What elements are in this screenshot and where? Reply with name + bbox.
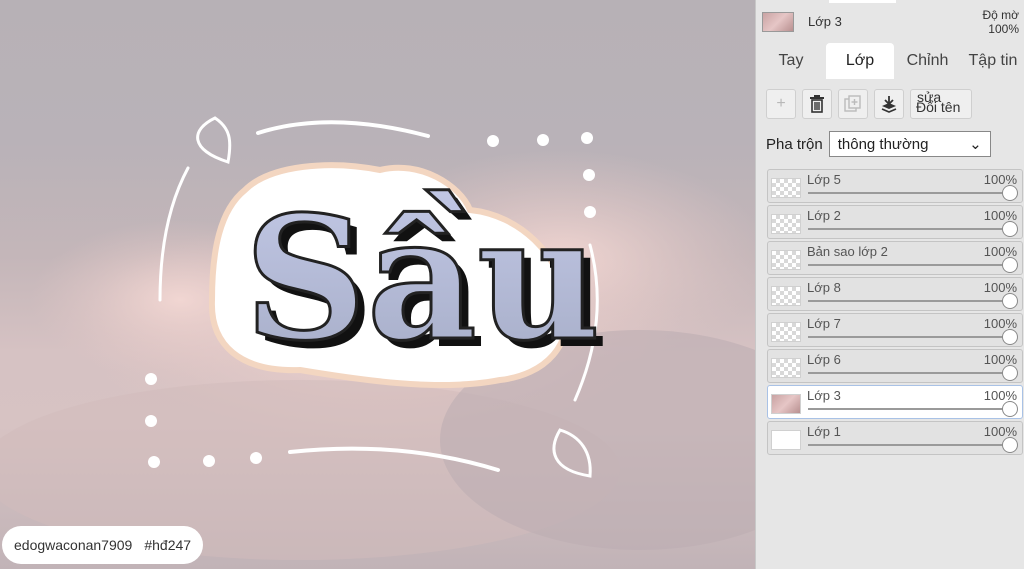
layer-toolbar: + sửa Đổi tên xyxy=(766,89,972,119)
panel-tabs: Tay Lớp Chỉnh Tập tin xyxy=(756,43,1024,79)
layer-thumbnail xyxy=(771,430,801,450)
current-layer-info: Lớp 3 Độ mờ 100% xyxy=(756,0,1024,44)
opacity-slider-track[interactable] xyxy=(808,372,1010,374)
layer-item[interactable]: Lớp 2 100% xyxy=(767,205,1023,239)
layer-thumbnail xyxy=(771,214,801,234)
opacity-slider-handle[interactable] xyxy=(1002,365,1018,381)
lettering-main: Sầu xyxy=(244,179,601,379)
opacity-slider-track[interactable] xyxy=(808,408,1010,410)
opacity-slider-handle[interactable] xyxy=(1002,257,1018,273)
drawing-canvas[interactable]: Sầu Sầu edogwaconan7909 #hđ247 xyxy=(0,0,755,569)
layer-item[interactable]: Bản sao lớp 2 100% xyxy=(767,241,1023,275)
duplicate-icon xyxy=(844,95,861,112)
plus-icon: + xyxy=(776,95,786,112)
layer-item-selected[interactable]: Lớp 3 100% xyxy=(767,385,1023,419)
layer-item[interactable]: Lớp 6 100% xyxy=(767,349,1023,383)
lettering-art: Sầu Sầu xyxy=(243,178,609,388)
trash-icon xyxy=(810,95,824,113)
rename-layer-button[interactable]: sửa Đổi tên xyxy=(910,89,972,119)
credit-user: edogwaconan7909 xyxy=(14,537,133,553)
layer-thumbnail xyxy=(771,286,801,306)
credit-tag: #hđ247 xyxy=(144,537,192,553)
merge-down-button[interactable] xyxy=(874,89,904,119)
credit-badge: edogwaconan7909 #hđ247 xyxy=(2,526,204,564)
layer-thumbnail xyxy=(771,394,801,414)
decor-line xyxy=(256,120,430,138)
opacity-slider-handle[interactable] xyxy=(1002,437,1018,453)
layers-panel: Lớp 3 Độ mờ 100% Tay Lớp Chỉnh Tập tin + xyxy=(755,0,1024,569)
layer-item[interactable]: Lớp 1 100% xyxy=(767,421,1023,455)
opacity-slider-track[interactable] xyxy=(808,336,1010,338)
opacity-slider-track[interactable] xyxy=(808,192,1010,194)
tab-layers[interactable]: Lớp xyxy=(826,43,894,79)
opacity-slider-track[interactable] xyxy=(808,300,1010,302)
blend-mode-select[interactable]: thông thường ⌄ xyxy=(828,131,991,157)
add-layer-button[interactable]: + xyxy=(766,89,796,119)
opacity-slider-handle[interactable] xyxy=(1002,329,1018,345)
blend-mode-row: Pha trộn thông thường ⌄ xyxy=(766,131,991,157)
tab-hand[interactable]: Tay xyxy=(756,43,826,79)
delete-layer-button[interactable] xyxy=(802,89,832,119)
opacity-slider-handle[interactable] xyxy=(1002,221,1018,237)
opacity-slider-track[interactable] xyxy=(808,444,1010,446)
tab-file[interactable]: Tập tin xyxy=(961,43,1024,79)
artwork: Sầu Sầu xyxy=(0,116,755,560)
duplicate-layer-button[interactable] xyxy=(838,89,868,119)
decor-leaf xyxy=(196,116,232,164)
opacity-slider-track[interactable] xyxy=(808,228,1010,230)
layer-thumbnail xyxy=(771,322,801,342)
layer-list: Lớp 5 100% Lớp 2 100% Bản sao lớp 2 100%… xyxy=(767,169,1023,457)
tab-adjust[interactable]: Chỉnh xyxy=(894,43,961,79)
layer-thumbnail xyxy=(771,250,801,270)
blend-mode-label: Pha trộn xyxy=(766,135,823,153)
opacity-slider-handle[interactable] xyxy=(1002,401,1018,417)
layer-item[interactable]: Lớp 5 100% xyxy=(767,169,1023,203)
layer-thumbnail xyxy=(771,358,801,378)
opacity-slider-handle[interactable] xyxy=(1002,293,1018,309)
chevron-down-icon: ⌄ xyxy=(969,136,982,153)
current-layer-opacity: Độ mờ 100% xyxy=(982,8,1019,36)
opacity-slider-handle[interactable] xyxy=(1002,185,1018,201)
opacity-slider-track[interactable] xyxy=(808,264,1010,266)
layer-thumbnail xyxy=(771,178,801,198)
layer-item[interactable]: Lớp 7 100% xyxy=(767,313,1023,347)
current-layer-thumbnail xyxy=(762,12,794,32)
current-layer-name: Lớp 3 xyxy=(808,14,842,29)
layer-item[interactable]: Lớp 8 100% xyxy=(767,277,1023,311)
merge-down-icon xyxy=(881,96,897,113)
